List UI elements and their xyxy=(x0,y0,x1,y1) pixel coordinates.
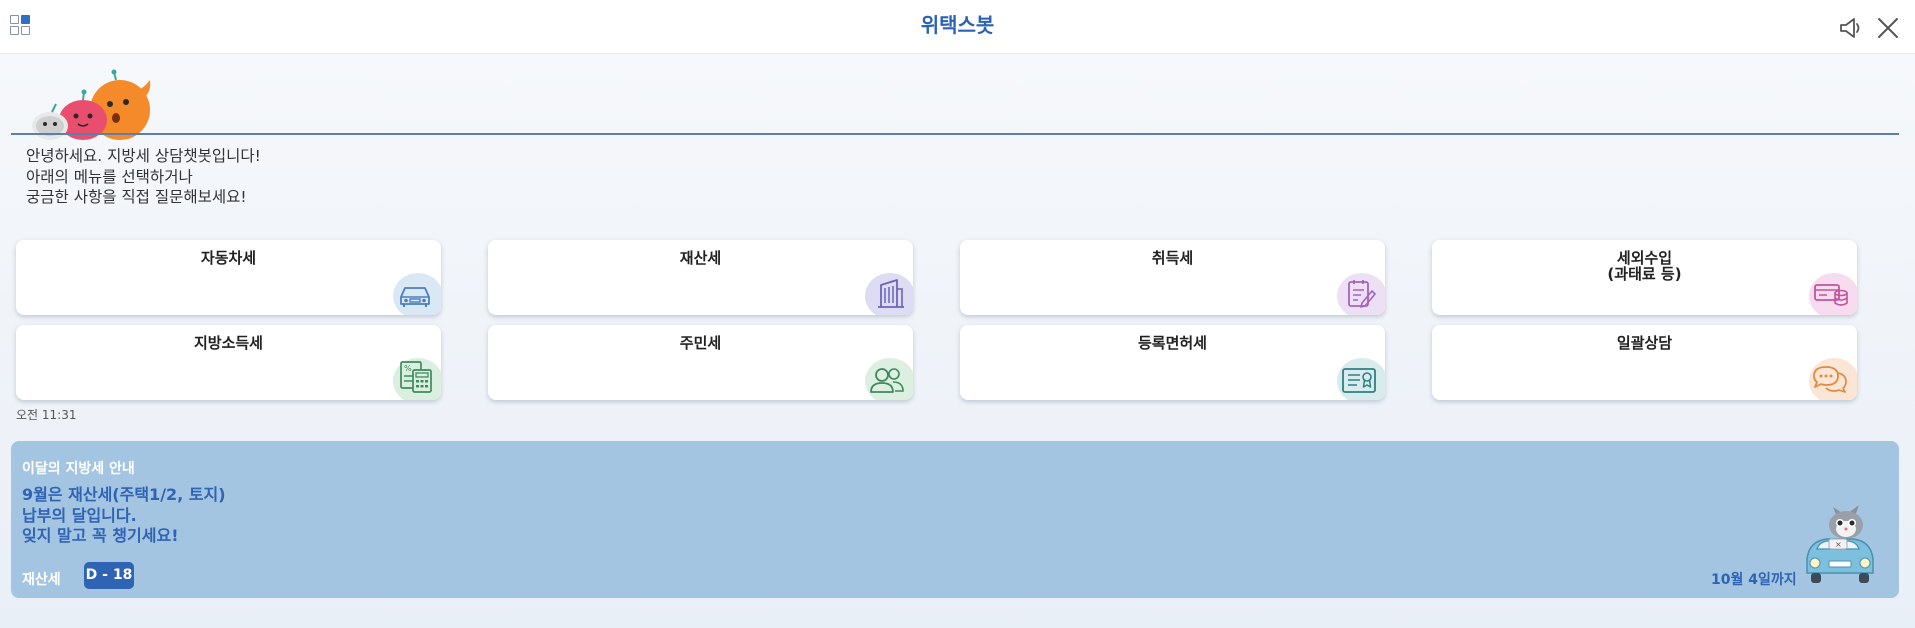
monthly-tax-notice-card: 이달의 지방세 안내 9월은 재산세(주택1/2, 토지) 납부의 달입니다. … xyxy=(11,441,1899,598)
tile-label: 일괄상담 xyxy=(1616,334,1673,352)
tile-icon-bg xyxy=(1337,273,1385,315)
tile-icon-bg xyxy=(1809,273,1857,315)
tile-label: 자동차세 xyxy=(200,249,257,267)
document-pen-icon xyxy=(1348,280,1376,308)
notice-body-line: 9월은 재산세(주택1/2, 토지) xyxy=(22,485,226,504)
tile-icon-bg xyxy=(865,273,913,315)
notice-body-line: 납부의 달입니다. xyxy=(22,505,137,525)
license-icon xyxy=(1342,368,1376,393)
menu-tile-general-consultation[interactable]: 일괄상담 xyxy=(1432,325,1857,400)
building-icon xyxy=(878,279,904,308)
calculator-icon: % xyxy=(400,361,432,393)
chat-bubbles-icon xyxy=(1813,366,1847,393)
tile-icon-bg xyxy=(1337,358,1385,400)
close-icon[interactable] xyxy=(1876,16,1900,40)
notice-body-line: 잊지 말고 꼭 챙기세요! xyxy=(22,526,179,545)
greeting-line: 아래의 메뉴를 선택하거나 xyxy=(26,167,193,186)
dday-badge: D - 18 xyxy=(84,562,134,589)
tile-label: 지방소득세 xyxy=(193,334,263,352)
message-timestamp: 오전 11:31 xyxy=(16,408,77,422)
chat-area: 안녕하세요. 지방세 상담챗봇입니다! 아래의 메뉴를 선택하거나 궁금한 사항… xyxy=(0,54,1915,628)
cat-car-mascot-image: × xyxy=(1806,505,1874,583)
notice-body: 9월은 재산세(주택1/2, 토지) 납부의 달입니다. 잊지 말고 꼭 챙기세… xyxy=(22,485,226,547)
due-date: 10월 4일까지 xyxy=(1711,572,1797,588)
mascot-characters-image xyxy=(32,69,151,140)
greeting-line: 안녕하세요. 지방세 상담챗봇입니다! xyxy=(26,147,261,165)
tile-icon-bg xyxy=(1809,358,1857,400)
tile-icon-bg xyxy=(865,358,913,400)
tile-icon-bg xyxy=(393,273,441,315)
menu-tile-resident-tax[interactable]: 주민세 xyxy=(488,325,913,400)
tile-label: 세외수입 (과태료 등) xyxy=(1607,249,1682,283)
greeting-line: 궁금한 사항을 직접 질문해보세요! xyxy=(26,188,247,206)
greeting-message: 안녕하세요. 지방세 상담챗봇입니다! 아래의 메뉴를 선택하거나 궁금한 사항… xyxy=(26,146,626,208)
people-icon xyxy=(870,368,904,393)
tile-label: 주민세 xyxy=(679,334,722,352)
menu-tile-local-income-tax[interactable]: 지방소득세 % xyxy=(16,325,441,400)
tile-label: 등록면허세 xyxy=(1137,334,1207,352)
app-title: 위택스봇 xyxy=(920,13,995,37)
notice-heading: 이달의 지방세 안내 xyxy=(22,461,135,477)
menu-tile-acquisition-tax[interactable]: 취득세 xyxy=(960,240,1385,315)
menu-tile-vehicle-tax[interactable]: 자동차세 xyxy=(16,240,441,315)
menu-tile-property-tax[interactable]: 재산세 xyxy=(488,240,913,315)
tile-label: 취득세 xyxy=(1151,249,1194,267)
header-bar: 위택스봇 xyxy=(0,0,1915,54)
menu-tile-registration-license-tax[interactable]: 등록면허세 xyxy=(960,325,1385,400)
money-stack-icon xyxy=(1814,284,1848,306)
tile-icon-bg: % xyxy=(393,358,441,400)
header-divider xyxy=(11,133,1899,135)
tile-label: 재산세 xyxy=(679,249,722,267)
speaker-icon[interactable] xyxy=(1838,16,1864,40)
car-icon xyxy=(400,287,430,307)
svg-text:%: % xyxy=(404,364,412,373)
svg-text:×: × xyxy=(1835,540,1842,549)
notice-tax-name: 재산세 xyxy=(22,572,61,588)
menu-tile-non-tax-revenue[interactable]: 세외수입 (과태료 등) xyxy=(1432,240,1857,315)
